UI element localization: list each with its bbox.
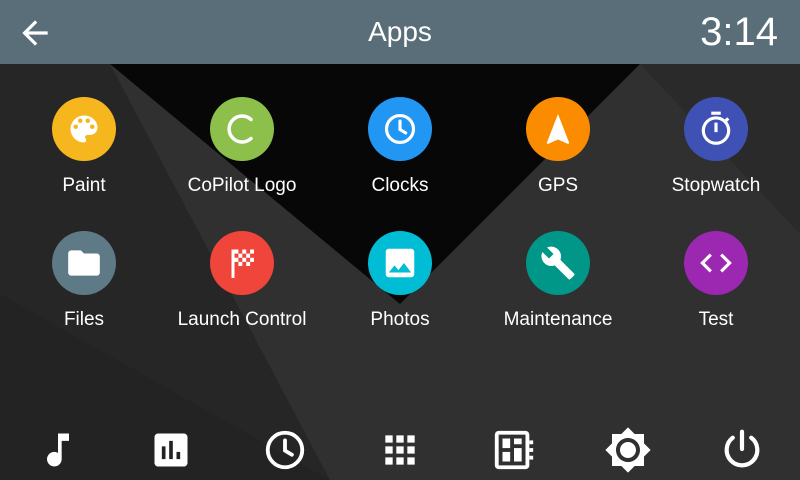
copilot-logo-icon [210,97,274,161]
checkered-flag-icon [210,231,274,295]
clock-time: 3:14 [700,10,778,54]
clock-icon [368,97,432,161]
app-files[interactable]: Files [5,231,163,341]
app-clocks[interactable]: Clocks [321,97,479,207]
page-title: Apps [368,16,432,47]
power-icon [724,429,760,468]
app-label: CoPilot Logo [187,175,297,196]
music-note-icon [47,433,69,467]
app-launch-control[interactable]: Launch Control [163,231,321,341]
navigation-arrow-icon [526,97,590,161]
app-label: Test [698,309,734,330]
app-label: Files [63,309,105,330]
palette-icon [52,97,116,161]
app-maintenance[interactable]: Maintenance [479,231,637,341]
stopwatch-icon [684,97,748,161]
image-icon [368,231,432,295]
settings-brightness-icon [605,427,651,473]
dock-dashboard-button[interactable] [486,422,542,478]
app-gps[interactable]: GPS [479,97,637,207]
app-label: GPS [537,175,579,196]
app-label: Launch Control [177,309,307,330]
app-label: Photos [370,309,430,330]
bar-chart-icon [154,433,188,467]
dock-brightness-button[interactable] [600,422,656,478]
code-icon [684,231,748,295]
bottom-dock [0,412,800,480]
app-paint[interactable]: Paint [5,97,163,207]
dock-clock-button[interactable] [257,422,313,478]
app-copilot-logo[interactable]: CoPilot Logo [163,97,321,207]
app-test[interactable]: Test [637,231,795,341]
dock-stats-button[interactable] [143,422,199,478]
app-label: Maintenance [503,309,613,330]
dock-music-button[interactable] [30,422,86,478]
app-label: Paint [62,175,106,196]
folder-icon [52,231,116,295]
wrench-icon [526,231,590,295]
app-photos[interactable]: Photos [321,231,479,341]
apps-grid-icon [385,435,415,465]
dock-apps-button[interactable] [372,422,428,478]
dashboard-icon [494,430,534,470]
app-stopwatch[interactable]: Stopwatch [637,97,795,207]
clock-icon [265,430,305,470]
dock-power-button[interactable] [714,422,770,478]
app-label: Clocks [371,175,429,196]
app-label: Stopwatch [671,175,761,196]
app-bar: Apps 3:14 [0,0,800,64]
